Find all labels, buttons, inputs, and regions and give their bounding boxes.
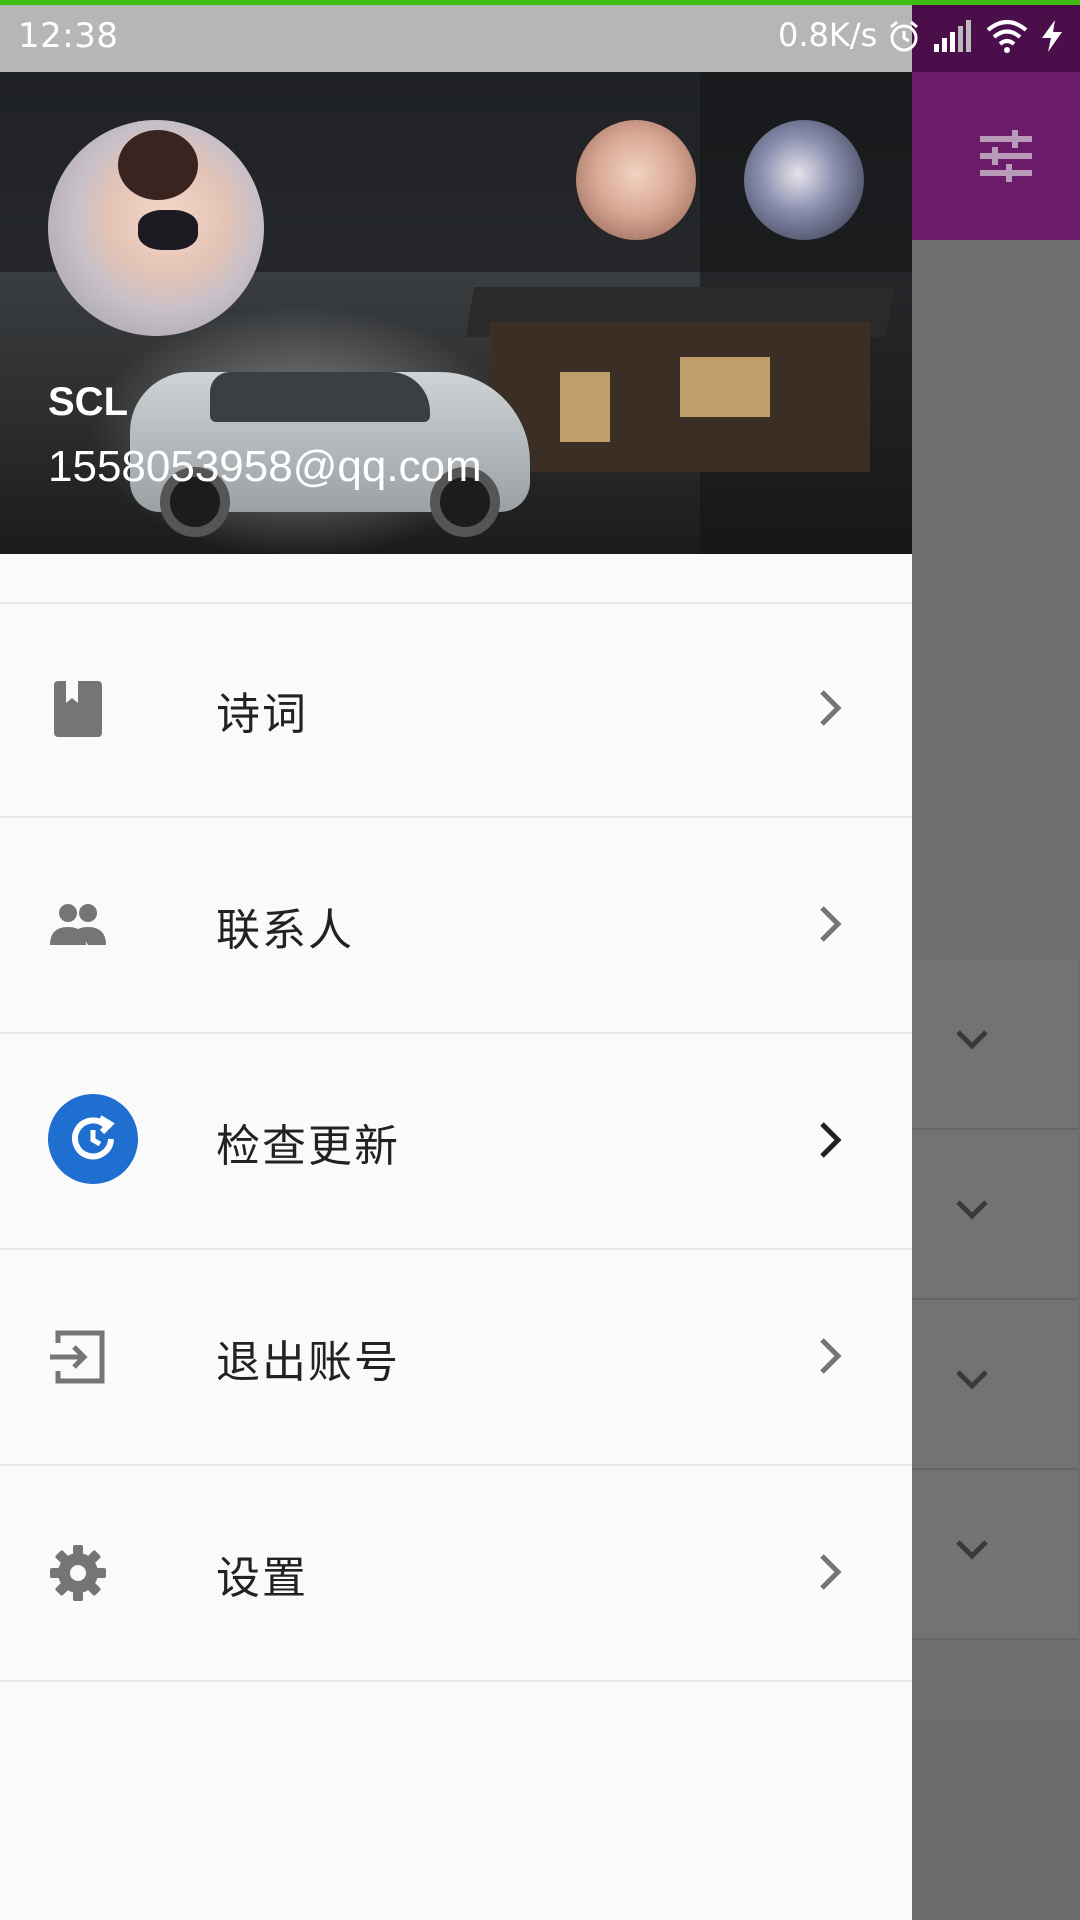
- bg-card[interactable]: [912, 1130, 1078, 1300]
- menu-item-contacts[interactable]: 联系人: [0, 818, 912, 1034]
- alarm-icon: [890, 20, 918, 52]
- bg-toolbar: [912, 72, 1080, 240]
- bg-card[interactable]: [912, 1470, 1078, 1640]
- status-bar: 12:38 0.8K/s: [0, 0, 1080, 72]
- chevron-down-icon: [956, 1200, 988, 1220]
- secondary-avatar[interactable]: [576, 120, 696, 240]
- tune-icon[interactable]: [978, 128, 1034, 184]
- menu-item-logout[interactable]: 退出账号: [0, 1250, 912, 1466]
- logout-icon: [50, 1330, 105, 1384]
- menu-item-label: 检查更新: [216, 1121, 400, 1172]
- user-name: SCL: [48, 380, 128, 424]
- chevron-right-icon: [820, 1122, 842, 1158]
- charging-icon: [1042, 20, 1062, 52]
- bg-card[interactable]: [912, 960, 1078, 1130]
- menu-item-settings[interactable]: 设置: [0, 1466, 912, 1682]
- signal-icon: [934, 20, 971, 52]
- drawer-header: SCL 1558053958@qq.com: [0, 72, 912, 554]
- chevron-down-icon: [956, 1030, 988, 1050]
- update-icon: [48, 1094, 138, 1184]
- people-icon: [50, 904, 106, 945]
- background-app: 2 / 4: [904, 72, 1080, 1920]
- navigation-drawer: SCL 1558053958@qq.com 诗词 联系人 检查更新 退出账号 设…: [0, 72, 912, 1920]
- menu-item-label: 联系人: [216, 905, 354, 956]
- chevron-right-icon: [820, 1338, 842, 1374]
- chevron-down-icon: [956, 1370, 988, 1390]
- network-speed: 0.8K/s: [778, 16, 878, 54]
- menu-item-label: 诗词: [216, 689, 308, 740]
- top-progress-line: [0, 0, 1080, 5]
- menu-item-check-update[interactable]: 检查更新: [0, 1034, 912, 1250]
- status-time: 12:38: [18, 16, 119, 56]
- wifi-icon: [986, 20, 1028, 53]
- secondary-avatar[interactable]: [744, 120, 864, 240]
- user-email: 1558053958@qq.com: [48, 442, 482, 491]
- menu-item-label: 退出账号: [216, 1337, 400, 1388]
- gear-icon: [50, 1545, 106, 1601]
- menu-item-label: 设置: [216, 1553, 308, 1604]
- chevron-down-icon: [956, 1540, 988, 1560]
- avatar[interactable]: [48, 120, 264, 336]
- book-icon: [54, 681, 102, 737]
- menu-list: 诗词 联系人 检查更新 退出账号 设置: [0, 602, 912, 1682]
- chevron-right-icon: [820, 1554, 842, 1590]
- chevron-right-icon: [820, 906, 842, 942]
- bg-card[interactable]: [912, 1300, 1078, 1470]
- menu-item-poetry[interactable]: 诗词: [0, 602, 912, 818]
- chevron-right-icon: [820, 690, 842, 726]
